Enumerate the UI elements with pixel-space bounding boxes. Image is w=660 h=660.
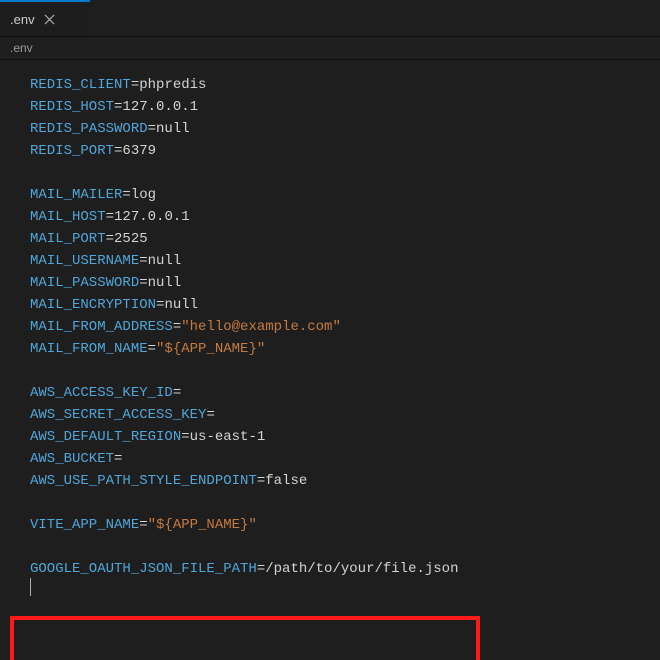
breadcrumb[interactable]: .env bbox=[0, 37, 660, 60]
code-line[interactable]: MAIL_PORT=2525 bbox=[0, 228, 660, 250]
code-line[interactable]: REDIS_PASSWORD=null bbox=[0, 118, 660, 140]
code-content: REDIS_PORT=6379 bbox=[30, 140, 156, 162]
code-content: MAIL_PORT=2525 bbox=[30, 228, 148, 250]
code-line[interactable]: AWS_DEFAULT_REGION=us-east-1 bbox=[0, 426, 660, 448]
code-line[interactable]: REDIS_HOST=127.0.0.1 bbox=[0, 96, 660, 118]
code-content: AWS_USE_PATH_STYLE_ENDPOINT=false bbox=[30, 470, 307, 492]
code-line[interactable] bbox=[0, 536, 660, 558]
close-icon[interactable] bbox=[43, 12, 57, 26]
code-content: REDIS_CLIENT=phpredis bbox=[30, 74, 206, 96]
code-content: AWS_ACCESS_KEY_ID= bbox=[30, 382, 181, 404]
text-cursor bbox=[30, 578, 31, 596]
code-line[interactable]: MAIL_USERNAME=null bbox=[0, 250, 660, 272]
code-line[interactable]: VITE_APP_NAME="${APP_NAME}" bbox=[0, 514, 660, 536]
code-line[interactable] bbox=[0, 360, 660, 382]
code-content bbox=[30, 578, 31, 604]
code-line[interactable] bbox=[0, 162, 660, 184]
code-content: AWS_BUCKET= bbox=[30, 448, 122, 470]
code-line[interactable]: REDIS_CLIENT=phpredis bbox=[0, 74, 660, 96]
code-content: VITE_APP_NAME="${APP_NAME}" bbox=[30, 514, 257, 536]
highlight-box bbox=[10, 616, 480, 660]
code-content: MAIL_FROM_ADDRESS="hello@example.com" bbox=[30, 316, 341, 338]
editor-window: .env .env REDIS_CLIENT=phpredisREDIS_HOS… bbox=[0, 0, 660, 660]
code-content: MAIL_FROM_NAME="${APP_NAME}" bbox=[30, 338, 265, 360]
code-content: MAIL_PASSWORD=null bbox=[30, 272, 181, 294]
code-line[interactable]: AWS_BUCKET= bbox=[0, 448, 660, 470]
code-line[interactable]: REDIS_PORT=6379 bbox=[0, 140, 660, 162]
code-line[interactable]: GOOGLE_OAUTH_JSON_FILE_PATH=/path/to/you… bbox=[0, 558, 660, 580]
code-line[interactable]: MAIL_PASSWORD=null bbox=[0, 272, 660, 294]
tab-bar: .env bbox=[0, 0, 660, 37]
code-editor[interactable]: REDIS_CLIENT=phpredisREDIS_HOST=127.0.0.… bbox=[0, 60, 660, 660]
code-line[interactable]: AWS_SECRET_ACCESS_KEY= bbox=[0, 404, 660, 426]
code-content: AWS_DEFAULT_REGION=us-east-1 bbox=[30, 426, 265, 448]
code-content: REDIS_PASSWORD=null bbox=[30, 118, 190, 140]
tab-label: .env bbox=[10, 12, 35, 27]
code-line[interactable]: MAIL_ENCRYPTION=null bbox=[0, 294, 660, 316]
code-content: AWS_SECRET_ACCESS_KEY= bbox=[30, 404, 215, 426]
code-content: MAIL_HOST=127.0.0.1 bbox=[30, 206, 190, 228]
code-line[interactable] bbox=[0, 580, 660, 602]
code-content: REDIS_HOST=127.0.0.1 bbox=[30, 96, 198, 118]
code-line[interactable]: MAIL_FROM_ADDRESS="hello@example.com" bbox=[0, 316, 660, 338]
tab-env[interactable]: .env bbox=[0, 0, 90, 36]
code-line[interactable] bbox=[0, 492, 660, 514]
code-content: MAIL_USERNAME=null bbox=[30, 250, 181, 272]
code-line[interactable]: MAIL_MAILER=log bbox=[0, 184, 660, 206]
breadcrumb-text: .env bbox=[10, 41, 33, 55]
code-content: MAIL_MAILER=log bbox=[30, 184, 156, 206]
code-line[interactable]: MAIL_FROM_NAME="${APP_NAME}" bbox=[0, 338, 660, 360]
code-line[interactable]: MAIL_HOST=127.0.0.1 bbox=[0, 206, 660, 228]
code-content: MAIL_ENCRYPTION=null bbox=[30, 294, 198, 316]
code-line[interactable]: AWS_USE_PATH_STYLE_ENDPOINT=false bbox=[0, 470, 660, 492]
code-content: GOOGLE_OAUTH_JSON_FILE_PATH=/path/to/you… bbox=[30, 558, 458, 580]
code-line[interactable]: AWS_ACCESS_KEY_ID= bbox=[0, 382, 660, 404]
